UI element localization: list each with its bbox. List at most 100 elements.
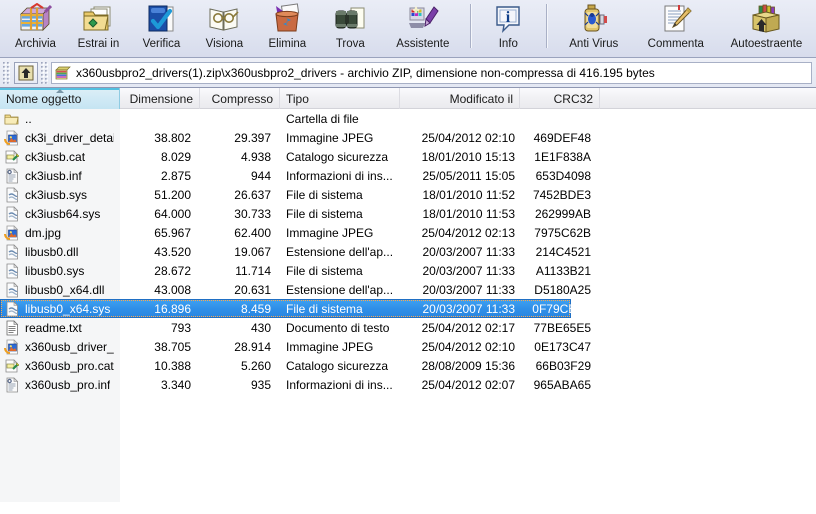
file-name-label: ck3iusb.sys: [25, 187, 88, 202]
table-row[interactable]: x360usb_pro.cat 10.388 5.260 Catalogo sicur…: [0, 356, 816, 375]
file-list[interactable]: .. Cartella di file ck3i_driver_detai... 3…: [0, 109, 816, 502]
cell-type: Cartella di file: [286, 111, 359, 126]
column-header-label: Tipo: [286, 91, 309, 106]
toolbar-button-anti-virus[interactable]: Anti Virus: [553, 0, 635, 56]
cell-comp: 62.400: [234, 225, 271, 240]
text-document-icon: [4, 319, 20, 336]
toolbar-button-autoestraente[interactable]: Autoestraente: [717, 0, 816, 56]
table-row[interactable]: .. Cartella di file: [0, 109, 816, 128]
table-row[interactable]: libusb0.dll 43.520 19.067 Estensione dell'a…: [0, 242, 816, 261]
cell-crc: 0E173C47: [534, 339, 591, 354]
cell-size: 65.967: [154, 225, 191, 240]
file-name-label: x360usb_pro.inf: [25, 377, 111, 392]
cell-name: x360usb_pro.inf: [0, 376, 120, 393]
cell-type: Catalogo sicurezza: [286, 358, 389, 373]
toolbar-grip[interactable]: [3, 61, 10, 84]
cell-mod: 20/03/2007 11:33: [422, 282, 515, 297]
file-name-label: ck3iusb.inf: [25, 168, 82, 183]
cell-name: x360usb_driver_...: [0, 338, 120, 355]
toolbar-button-estrai-in[interactable]: Estrai in: [67, 0, 130, 56]
archive-path-field[interactable]: x360usbpro2_drivers(1).zip\x360usbpro2_d…: [51, 61, 812, 84]
address-grip[interactable]: [41, 61, 48, 84]
cell-crc: 262999AB: [534, 206, 591, 221]
cell-size: 51.200: [154, 187, 191, 202]
cell-comp: 20.631: [234, 282, 271, 297]
table-row[interactable]: ck3iusb.cat 8.029 4.938 Catalogo sicurezza 1…: [0, 147, 816, 166]
cell-crc: 1E1F838A: [534, 149, 591, 164]
table-row[interactable]: readme.txt 793 430 Documento di testo 25/04/…: [0, 318, 816, 337]
cell-mod: 18/01/2010 15:13: [421, 149, 515, 164]
column-header-filler: [600, 88, 816, 109]
cell-crc: 7975C62B: [534, 225, 591, 240]
table-row[interactable]: dm.jpg 65.967 62.400 Immagine JPEG 25/04/201…: [0, 223, 816, 242]
file-name-label: ck3iusb64.sys: [25, 206, 101, 221]
cell-name: ck3iusb.sys: [0, 186, 120, 203]
cell-size: 43.008: [154, 282, 191, 297]
cell-type: Catalogo sicurezza: [286, 149, 389, 164]
toolbar-separator: [545, 4, 547, 48]
column-header-mod[interactable]: Modificato il: [400, 88, 520, 109]
sfx-box-icon: [749, 3, 783, 35]
column-header-size[interactable]: Dimensione: [120, 88, 200, 109]
cell-size: 10.388: [154, 358, 191, 373]
column-header-label: Nome oggetto: [6, 91, 82, 106]
table-row[interactable]: x360usb_pro.inf 3.340 935 Informazioni di i…: [0, 375, 816, 394]
toolbar-button-info[interactable]: i Info: [477, 0, 540, 56]
table-row[interactable]: libusb0_x64.dll 43.008 20.631 Estensione de…: [0, 280, 816, 299]
security-catalog-icon: [4, 358, 20, 374]
system-file-icon: [4, 186, 20, 203]
glasses-book-icon: [207, 3, 241, 35]
cell-name: ck3iusb64.sys: [0, 205, 120, 222]
table-row-selected[interactable]: libusb0_x64.sys 16.896 8.459 File di sistem…: [0, 299, 816, 318]
zip-archive-icon: [55, 66, 71, 79]
table-row[interactable]: ck3iusb.inf 2.875 944 Informazioni di ins..…: [0, 166, 816, 185]
system-file-icon: [4, 262, 20, 279]
column-header-label: Modificato il: [449, 91, 513, 106]
column-header-name[interactable]: Nome oggetto: [0, 88, 120, 109]
cell-crc: D5180A25: [534, 282, 591, 297]
table-row[interactable]: ck3iusb64.sys 64.000 30.733 File di sistema…: [0, 204, 816, 223]
cell-mod: 25/04/2012 02:10: [421, 339, 515, 354]
cell-name: readme.txt: [0, 319, 120, 336]
cell-name: libusb0.sys: [0, 262, 120, 279]
cell-name: dm.jpg: [0, 224, 120, 241]
info-balloon-icon: i: [491, 3, 525, 35]
toolbar-button-commenta[interactable]: Commenta: [635, 0, 717, 56]
table-row[interactable]: libusb0.sys 28.672 11.714 File di sistema 20…: [0, 261, 816, 280]
table-row[interactable]: x360usb_driver_... 38.705 28.914 Immagine J…: [0, 337, 816, 356]
up-one-level-button[interactable]: [14, 61, 38, 84]
toolbar-button-label: Autoestraente: [730, 38, 803, 50]
column-header-comp[interactable]: Compresso: [200, 88, 280, 109]
jpeg-image-icon: [4, 129, 20, 146]
table-row[interactable]: ck3iusb.sys 51.200 26.637 File di sistema 18…: [0, 185, 816, 204]
toolbar-button-label: Assistente: [396, 38, 450, 50]
toolbar-button-trova[interactable]: Trova: [319, 0, 382, 56]
file-name-label: x360usb_driver_...: [25, 339, 114, 354]
toolbar-button-visiona[interactable]: Visiona: [193, 0, 256, 56]
address-bar: x360usbpro2_drivers(1).zip\x360usbpro2_d…: [0, 58, 816, 88]
cell-mod: 20/03/2007 11:33: [422, 301, 515, 316]
file-name-label: ..: [25, 111, 32, 126]
cell-type: Estensione dell'ap...: [286, 282, 394, 297]
toolbar-button-label: Info: [498, 38, 518, 50]
cell-crc: 77BE65E5: [533, 320, 591, 335]
cell-type: Immagine JPEG: [286, 130, 374, 145]
column-header-type[interactable]: Tipo: [280, 88, 400, 109]
toolbar-button-assistente[interactable]: Assistente: [382, 0, 464, 56]
cell-type: Estensione dell'ap...: [286, 244, 394, 259]
table-row[interactable]: ck3i_driver_detai... 38.802 29.397 Immagine…: [0, 128, 816, 147]
toolbar-button-elimina[interactable]: Elimina: [256, 0, 319, 56]
toolbar-button-verifica[interactable]: Verifica: [130, 0, 193, 56]
cell-type: Informazioni di ins...: [286, 377, 393, 392]
cell-size: 3.340: [160, 377, 191, 392]
cell-size: 2.875: [160, 168, 191, 183]
toolbar-button-archivia[interactable]: Archivia: [4, 0, 67, 56]
cell-name: libusb0_x64.dll: [0, 281, 120, 298]
cell-comp: 430: [250, 320, 271, 335]
toolbar-button-label: Anti Virus: [569, 38, 619, 50]
toolbar-button-label: Verifica: [142, 38, 181, 50]
column-header-crc[interactable]: CRC32: [520, 88, 600, 109]
cell-size: 16.896: [154, 301, 191, 316]
setup-info-icon: [4, 167, 20, 184]
cell-name: x360usb_pro.cat: [0, 358, 120, 374]
